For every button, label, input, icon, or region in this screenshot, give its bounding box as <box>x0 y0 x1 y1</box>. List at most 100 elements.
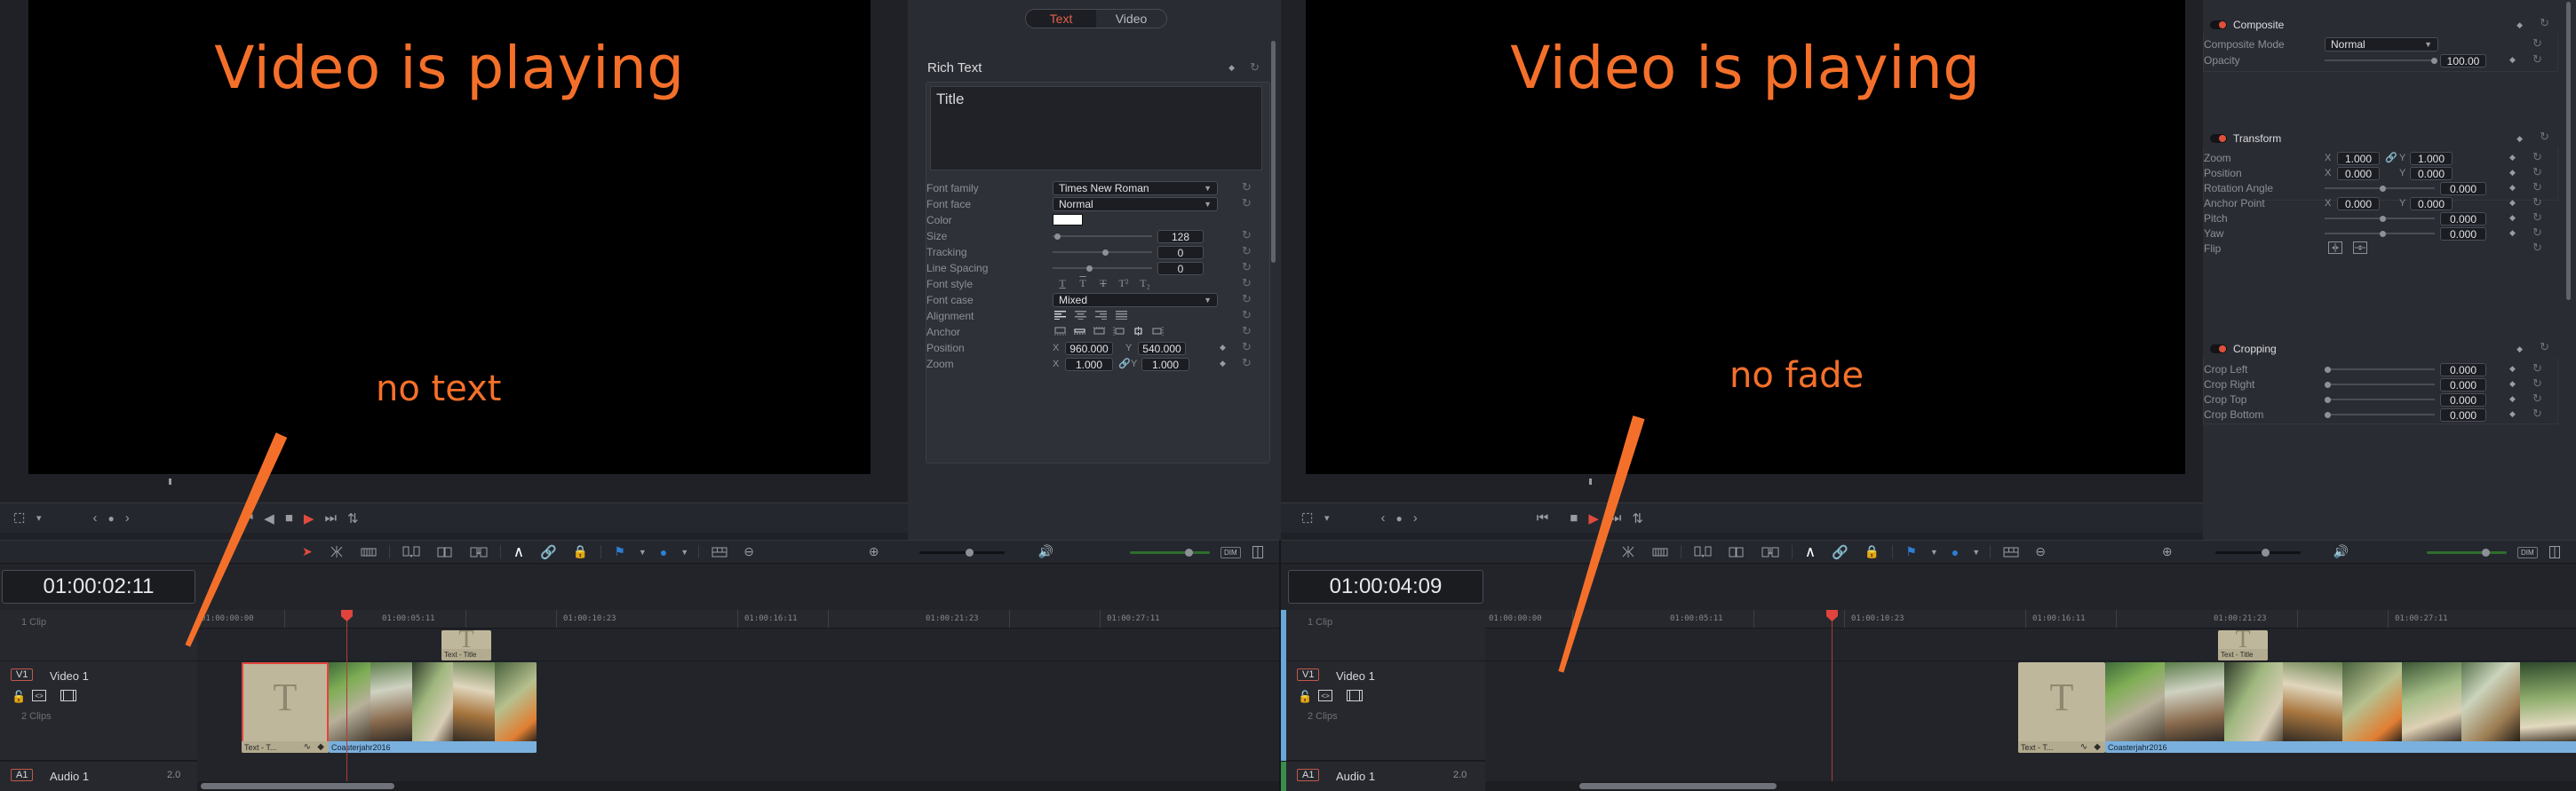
tracking-value-field[interactable]: 0 <box>1157 246 1204 259</box>
reset-tracking-icon[interactable]: ↻ <box>1242 244 1252 258</box>
lock-track-icon[interactable]: 🔒 <box>573 544 588 559</box>
align-justify-icon[interactable] <box>1116 311 1127 320</box>
stop-icon[interactable]: ■ <box>1570 510 1578 526</box>
zoom-slider[interactable] <box>2215 549 2301 557</box>
overwrite-clip-icon[interactable] <box>436 546 454 558</box>
reset-line-spacing-icon[interactable]: ↻ <box>1242 260 1252 274</box>
audio-meters-icon[interactable] <box>1252 545 1263 558</box>
size-value-field[interactable]: 128 <box>1157 230 1204 243</box>
reset-composite-mode-icon[interactable]: ↻ <box>2532 36 2542 51</box>
reset-alignment-icon[interactable]: ↻ <box>1242 308 1252 322</box>
strikethrough-T-icon[interactable]: T <box>1097 277 1109 290</box>
loop-icon[interactable]: ⇅ <box>347 510 359 526</box>
marker-icon[interactable]: ● <box>660 545 667 559</box>
keyframe-diamond-icon[interactable]: ◆ <box>2516 20 2523 30</box>
keyframe-diamond-icon[interactable]: ◆ <box>2509 183 2516 193</box>
yaw-slider[interactable] <box>2325 227 2435 240</box>
right-timeline-ruler[interactable]: 01:00:00:00 01:00:05:11 01:00:10:23 01:0… <box>1485 610 2576 629</box>
keyframe-diamond-icon[interactable]: ◆ <box>2516 344 2523 354</box>
rotation-angle-slider[interactable] <box>2325 182 2435 194</box>
left-timeline-ruler[interactable]: 01:00:00:00 01:00:05:11 01:00:10:23 01:0… <box>197 610 1281 629</box>
line-spacing-slider[interactable] <box>1053 262 1152 274</box>
align-right-icon[interactable] <box>1095 311 1107 320</box>
size-slider[interactable] <box>1053 230 1152 242</box>
reset-transform-icon[interactable]: ↻ <box>2540 130 2549 144</box>
clip-curve-icon[interactable]: ∿ <box>2080 742 2087 752</box>
auto-select-icon[interactable]: <> <box>1318 690 1332 701</box>
flip-horizontal-icon[interactable] <box>2328 241 2342 258</box>
rotation-angle-value-field[interactable]: 0.000 <box>2440 182 2486 195</box>
keyframe-diamond-icon[interactable]: ◆ <box>2509 198 2516 208</box>
video-track-visibility-icon[interactable] <box>1347 690 1363 701</box>
line-spacing-value-field[interactable]: 0 <box>1157 262 1204 275</box>
link-chain-icon[interactable]: 🔗 <box>1118 358 1131 369</box>
font-case-select[interactable]: Mixed ▼ <box>1053 293 1218 307</box>
auto-select-icon[interactable]: <> <box>32 690 46 701</box>
next-marker-icon[interactable]: › <box>1413 510 1418 526</box>
crop-bottom-value-field[interactable]: 0.000 <box>2440 408 2486 422</box>
reset-zoom-icon[interactable]: ↻ <box>1242 356 1252 370</box>
rich-text-input[interactable]: Title <box>930 86 1262 170</box>
left-viewer-scrubber[interactable] <box>0 474 908 490</box>
clip-keyframe-icon[interactable]: ◆ <box>317 742 324 752</box>
reset-size-icon[interactable]: ↻ <box>1242 228 1252 242</box>
reset-crop-bottom-icon[interactable]: ↻ <box>2532 407 2542 421</box>
keyframe-diamond-icon[interactable]: ◆ <box>2509 168 2516 178</box>
crop-icon[interactable] <box>12 511 26 525</box>
trim-edit-icon[interactable] <box>329 545 345 558</box>
position-y-field[interactable]: 540.000 <box>1138 342 1186 355</box>
keyframe-diamond-icon[interactable]: ◆ <box>2509 379 2516 389</box>
audio-track-badge[interactable]: A1 <box>1297 769 1320 781</box>
keyframe-diamond-icon[interactable]: ◆ <box>2509 394 2516 404</box>
upper-title-clip[interactable]: T Text - Title <box>441 630 491 660</box>
right-video-viewer[interactable]: Video is playing <box>1306 0 2185 474</box>
audio-meters-icon[interactable] <box>2549 546 2560 563</box>
transform-enable-toggle[interactable] <box>2210 134 2227 143</box>
transform-position-x-field[interactable]: 0.000 <box>2337 167 2380 180</box>
timeline-clip-video[interactable]: Coasterjahr2016 <box>2105 662 2576 753</box>
opacity-value-field[interactable]: 100.00 <box>2440 54 2486 67</box>
link-clips-icon[interactable]: 🔗 <box>540 544 557 560</box>
flag-icon[interactable]: ⚑ <box>614 544 625 559</box>
tracking-slider[interactable] <box>1053 246 1152 258</box>
selection-arrow-icon[interactable]: ➤ <box>302 544 313 559</box>
keyframe-diamond-icon[interactable]: ◆ <box>1220 359 1226 368</box>
dim-button[interactable]: DIM <box>1220 547 1241 558</box>
right-timeline-timecode[interactable]: 01:00:04:09 <box>1288 570 1483 604</box>
video-inspector-scrollbar[interactable] <box>2566 2 2571 300</box>
pitch-slider[interactable] <box>2325 212 2435 225</box>
reset-font-style-icon[interactable]: ↻ <box>1242 276 1252 290</box>
lock-track-icon[interactable]: 🔒 <box>1864 544 1880 559</box>
reset-flip-icon[interactable]: ↻ <box>2532 241 2542 255</box>
zoom-in-icon[interactable]: ⊕ <box>869 544 879 559</box>
play-icon[interactable]: ▶ <box>1588 510 1599 526</box>
opacity-slider[interactable] <box>2325 54 2438 67</box>
right-viewer-scrubber[interactable] <box>1281 474 2203 490</box>
zoom-out-icon[interactable]: ⊖ <box>743 544 754 559</box>
timeline-clip-video[interactable]: Coasterjahr2016 <box>329 662 537 753</box>
yaw-value-field[interactable]: 0.000 <box>2440 227 2486 241</box>
reset-cropping-icon[interactable]: ↻ <box>2540 340 2549 354</box>
zoom-in-icon[interactable]: ⊕ <box>2162 544 2173 559</box>
crop-right-slider[interactable] <box>2325 378 2435 391</box>
anchor-middle-icon[interactable] <box>1093 327 1105 336</box>
left-playhead[interactable] <box>341 610 353 791</box>
play-reverse-icon[interactable]: ◀ <box>264 510 274 526</box>
keyframe-diamond-icon[interactable]: ◆ <box>2509 228 2516 238</box>
chevron-down-icon[interactable]: ▾ <box>36 512 42 524</box>
crop-left-value-field[interactable]: 0.000 <box>2440 363 2486 376</box>
speaker-icon[interactable]: 🔊 <box>2334 544 2349 559</box>
keyframe-diamond-icon[interactable]: ◆ <box>2516 134 2523 144</box>
reset-anchor-point-icon[interactable]: ↻ <box>2532 195 2542 210</box>
zoom-y-field[interactable]: 1.000 <box>1141 358 1189 371</box>
reset-transform-zoom-icon[interactable]: ↻ <box>2532 150 2542 164</box>
reset-crop-right-icon[interactable]: ↻ <box>2532 376 2542 391</box>
video-track-badge[interactable]: V1 <box>1297 668 1320 681</box>
reset-font-family-icon[interactable]: ↻ <box>1242 180 1252 194</box>
play-icon[interactable]: ▶ <box>304 510 314 526</box>
lock-track-icon[interactable]: 🔓 <box>1298 690 1312 704</box>
replace-clip-icon[interactable] <box>470 546 488 558</box>
keyframe-diamond-icon[interactable]: ◆ <box>2509 153 2516 162</box>
marker-dot-icon[interactable]: ● <box>108 512 115 525</box>
reset-pitch-icon[interactable]: ↻ <box>2532 210 2542 225</box>
